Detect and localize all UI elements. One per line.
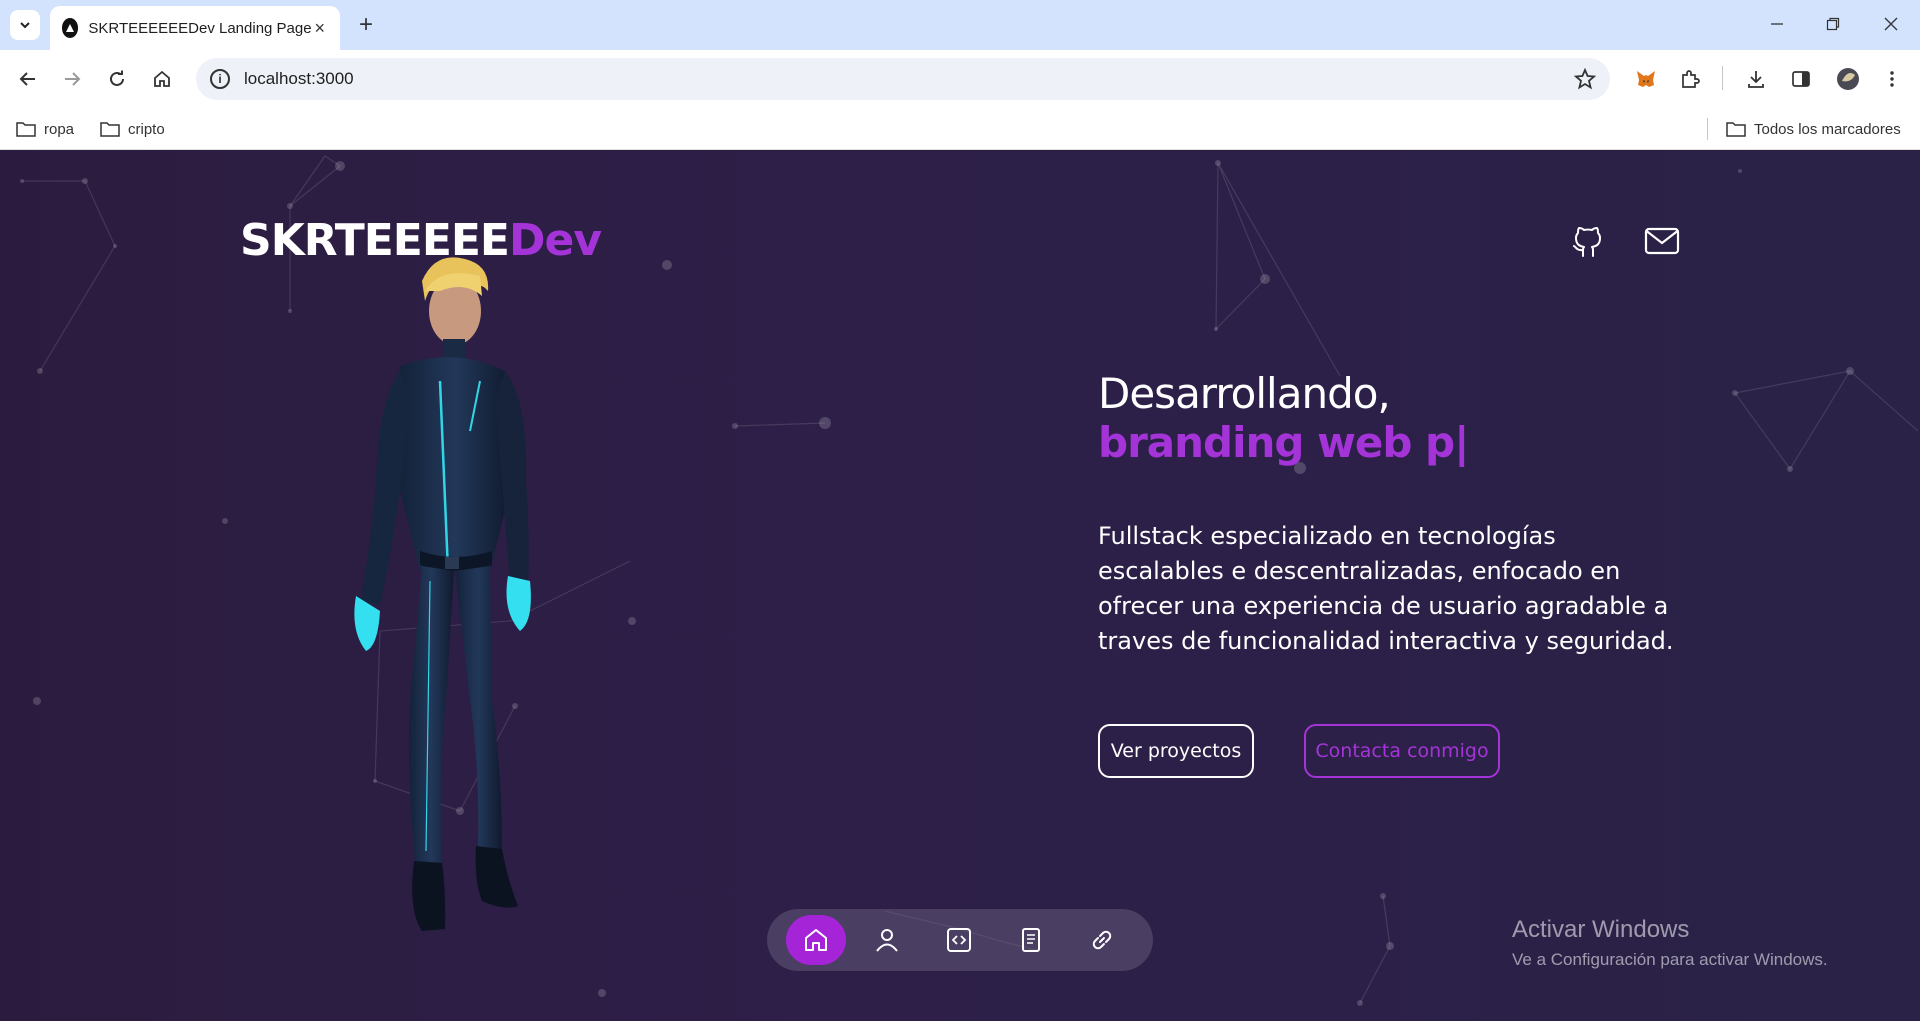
profile-button[interactable] bbox=[1832, 63, 1864, 95]
all-bookmarks-label: Todos los marcadores bbox=[1754, 120, 1901, 138]
dock-projects-button[interactable] bbox=[929, 915, 989, 965]
tab-title: SKRTEEEEEEDev Landing Page bbox=[88, 19, 312, 37]
minimize-icon bbox=[1771, 23, 1783, 25]
new-tab-button[interactable]: + bbox=[352, 11, 380, 39]
mail-icon bbox=[1644, 227, 1680, 255]
contact-me-button[interactable]: Contacta conmigo bbox=[1304, 724, 1500, 778]
url-text: localhost:3000 bbox=[244, 69, 354, 88]
menu-button[interactable] bbox=[1876, 63, 1908, 95]
folder-icon bbox=[16, 122, 36, 137]
chevron-down-icon bbox=[20, 22, 30, 29]
bookmark-label: ropa bbox=[44, 120, 75, 138]
bookmark-folder-cripto[interactable]: cripto bbox=[100, 116, 165, 142]
email-link[interactable] bbox=[1642, 221, 1682, 261]
hero-description: Fullstack especializado en tecnologías e… bbox=[1098, 522, 1674, 655]
hero-title: Desarrollando, bbox=[1098, 369, 1391, 418]
puzzle-icon bbox=[1682, 70, 1700, 88]
metamask-fox-icon bbox=[1637, 71, 1655, 87]
star-bookmark-icon[interactable] bbox=[1574, 68, 1596, 90]
folder-icon bbox=[1726, 122, 1746, 137]
minimize-button[interactable] bbox=[1754, 8, 1800, 40]
windows-activation-watermark: Activar Windows Ve a Configuración para … bbox=[1512, 916, 1828, 970]
extensions-button[interactable] bbox=[1674, 63, 1706, 95]
reload-icon bbox=[110, 70, 124, 86]
arrow-left-icon bbox=[19, 72, 35, 86]
github-icon bbox=[1573, 227, 1601, 257]
downloads-button[interactable] bbox=[1740, 63, 1772, 95]
close-icon bbox=[1884, 17, 1898, 31]
restore-icon bbox=[1826, 17, 1840, 31]
landing-page: SKRTEEEEEDev Desarrollando, branding web… bbox=[0, 151, 1920, 1021]
metamask-extension-button[interactable] bbox=[1630, 63, 1662, 95]
reload-button[interactable] bbox=[101, 63, 133, 95]
github-link[interactable] bbox=[1568, 221, 1608, 261]
dock-about-button[interactable] bbox=[857, 915, 917, 965]
restore-button[interactable] bbox=[1810, 8, 1856, 40]
side-panel-icon bbox=[1792, 71, 1810, 87]
dock-blog-button[interactable] bbox=[1001, 915, 1061, 965]
side-panel-button[interactable] bbox=[1785, 63, 1817, 95]
arrow-right-icon bbox=[65, 72, 81, 86]
profile-avatar-icon bbox=[1837, 68, 1859, 90]
browser-tab-bar: SKRTEEEEEEDev Landing Page × + bbox=[0, 0, 1920, 50]
download-icon bbox=[1748, 71, 1764, 88]
view-projects-button[interactable]: Ver proyectos bbox=[1098, 724, 1254, 778]
browser-tab[interactable]: SKRTEEEEEEDev Landing Page × bbox=[50, 6, 340, 50]
forward-button[interactable] bbox=[56, 63, 88, 95]
hero-typing-text: branding web p| bbox=[1098, 418, 1469, 467]
dock-home-button[interactable] bbox=[786, 915, 846, 965]
bookmarks-divider bbox=[1707, 118, 1708, 140]
close-window-button[interactable] bbox=[1868, 8, 1914, 40]
home-icon bbox=[805, 929, 827, 951]
address-bar[interactable]: i localhost:3000 bbox=[196, 58, 1610, 100]
back-button[interactable] bbox=[12, 63, 44, 95]
dock-links-button[interactable] bbox=[1072, 915, 1132, 965]
bottom-dock-nav bbox=[767, 909, 1153, 971]
avatar-3d-model bbox=[330, 251, 570, 951]
bookmark-folder-ropa[interactable]: ropa bbox=[16, 116, 74, 142]
link-icon bbox=[1092, 930, 1112, 950]
bookmark-label: cripto bbox=[128, 120, 165, 138]
nextjs-favicon-icon bbox=[62, 18, 79, 38]
user-icon bbox=[876, 929, 898, 952]
activation-subtitle: Ve a Configuración para activar Windows. bbox=[1512, 950, 1828, 969]
home-button[interactable] bbox=[146, 63, 178, 95]
home-icon bbox=[154, 70, 170, 87]
browser-toolbar: i localhost:3000 bbox=[0, 50, 1920, 108]
site-info-icon[interactable]: i bbox=[210, 69, 230, 89]
tab-search-button[interactable] bbox=[10, 10, 40, 40]
kebab-menu-icon bbox=[1890, 71, 1894, 87]
book-icon bbox=[1022, 928, 1040, 952]
folder-icon bbox=[100, 122, 120, 137]
activation-title: Activar Windows bbox=[1512, 916, 1690, 943]
code-icon bbox=[947, 928, 971, 952]
all-bookmarks-button[interactable]: Todos los marcadores bbox=[1726, 116, 1901, 142]
bookmarks-bar: ropa cripto Todos los marcadores bbox=[0, 108, 1920, 150]
toolbar-divider bbox=[1722, 66, 1723, 90]
tab-close-icon[interactable]: × bbox=[312, 18, 328, 38]
